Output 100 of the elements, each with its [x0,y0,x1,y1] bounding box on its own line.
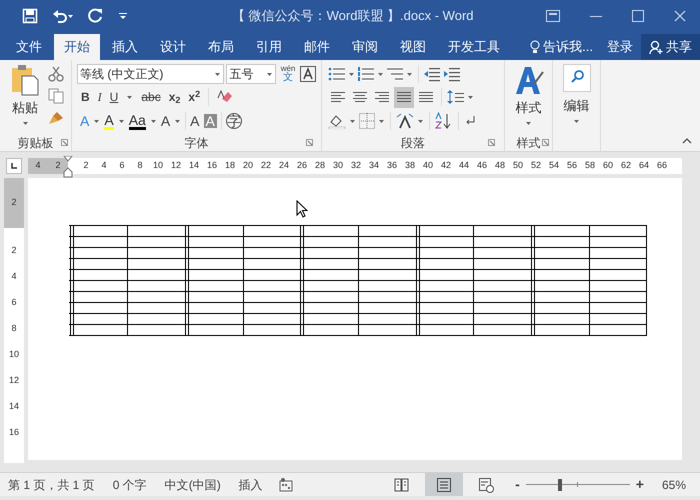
ruler-number: 4 [10,270,18,283]
ribbon-display-options-icon[interactable] [546,10,560,22]
dialog-launcher-icon[interactable] [488,139,495,146]
language-status[interactable]: 中文(中国) [164,476,221,494]
collapse-ribbon-icon[interactable] [682,137,692,145]
ruler-number: 2 [55,159,60,172]
share-button[interactable]: 共享 [641,34,700,60]
copy-icon[interactable] [48,88,64,104]
styles-icon[interactable] [514,64,544,96]
view-button[interactable] [425,473,464,496]
sort-icon[interactable] [435,112,453,130]
ribbon-tab[interactable]: 开发工具 [438,34,510,60]
align-center-icon[interactable] [353,90,367,104]
ribbon-tab[interactable]: 审阅 [342,34,388,60]
clipboard-icon[interactable] [10,64,40,96]
tell-me-button[interactable]: 告诉我... [530,37,593,57]
cut-icon[interactable] [48,66,64,82]
increase-indent-icon[interactable] [444,66,462,82]
font-name-dropdown[interactable]: 等线 (中文正文) [77,64,224,84]
ruler-number: 24 [278,159,290,172]
ruler-number: 52 [530,159,542,172]
word-count[interactable]: 0 个字 [112,476,147,494]
ribbon-tab[interactable]: 邮件 [294,34,340,60]
ruler-number: 18 [224,159,236,172]
ribbon-tab[interactable]: 视图 [390,34,436,60]
alignment-button[interactable] [394,86,414,108]
ruler-number: 64 [638,159,650,172]
paste-button[interactable]: 粘贴 [8,64,42,135]
format-painter-icon[interactable] [48,110,64,126]
dialog-launcher-icon[interactable] [61,139,68,146]
format-button[interactable]: x$^{2}$ [188,91,200,103]
multilevel-list-icon[interactable] [386,66,404,82]
font-size-dropdown[interactable]: 五号 [226,64,276,84]
align-left-icon[interactable] [331,90,345,104]
person-add-icon[interactable] [649,40,663,54]
font-effect-button[interactable]: A [160,114,170,128]
ribbon-tab[interactable]: 开始 [54,34,100,60]
format-button[interactable]: B [81,91,90,103]
ribbon-tab[interactable]: 引用 [246,34,292,60]
format-button[interactable]: x$_{2}$ [168,91,180,103]
ribbon-tab[interactable]: 设计 [150,34,196,60]
styles-button[interactable]: 样式 [514,64,544,128]
maximize-icon[interactable] [632,10,644,22]
phonetic-guide-button[interactable]: wén 文 [278,65,298,83]
tab-selector-button[interactable] [6,158,22,174]
dialog-launcher-icon[interactable] [542,139,549,146]
save-icon[interactable] [22,8,38,24]
undo-icon[interactable] [52,8,74,24]
decrease-indent-icon[interactable] [424,66,442,82]
ruler-number: 58 [584,159,596,172]
search-icon[interactable] [562,64,590,92]
indent-marker[interactable] [63,156,73,178]
customize-toolbar-icon[interactable] [118,11,128,21]
insert-mode-status[interactable]: 插入 [238,476,263,494]
line-spacing-icon[interactable] [447,89,465,105]
ruler-number: 28 [314,159,326,172]
mouse-pointer-icon[interactable] [296,200,308,218]
ruler-number: 16 [206,159,218,172]
justify-icon[interactable] [397,90,411,104]
borders-icon[interactable] [359,113,375,129]
ribbon-tab[interactable]: 插入 [102,34,148,60]
format-button[interactable]: abc [141,91,161,103]
zoom-out-button[interactable]: - [515,474,520,495]
format-button[interactable]: U [110,91,118,103]
bullets-icon[interactable] [328,66,346,82]
zoom-in-button[interactable]: + [636,474,644,495]
read-mode-icon[interactable] [394,476,410,492]
web-layout-icon[interactable] [478,476,494,492]
ruler-number: 2 [11,196,16,210]
lightbulb-icon[interactable] [530,40,540,54]
ribbon-tab[interactable]: 布局 [198,34,244,60]
align-right-icon[interactable] [375,90,389,104]
font-effect-button[interactable]: Aa [128,112,146,130]
ruler-number: 20 [242,159,254,172]
distributed-icon[interactable] [419,90,433,104]
editing-button[interactable]: 编辑 [562,64,590,126]
ruler-number: 4 [100,159,108,172]
zoom-percentage[interactable]: 65% [662,476,686,494]
dialog-launcher-icon[interactable] [306,139,313,146]
zoom-slider-thumb[interactable] [558,478,562,490]
font-effect-button[interactable]: A [104,112,114,130]
font-effect-button[interactable]: 字 [226,113,242,129]
zoom-slider[interactable] [526,478,630,492]
eraser-icon[interactable] [217,89,234,105]
format-button[interactable]: I [98,91,102,103]
page-count[interactable]: 第 1 页，共 1 页 [8,476,95,494]
ribbon-tab[interactable]: 文件 [6,34,52,60]
character-border-icon[interactable] [300,66,316,82]
left-tab-icon[interactable] [10,162,18,170]
sign-in-button[interactable]: 登录 [607,37,633,57]
ruler-number: 48 [494,159,506,172]
macro-recording-icon[interactable] [278,478,293,492]
shading-icon[interactable] [328,113,346,129]
close-icon[interactable] [674,10,686,22]
numbering-icon[interactable] [357,66,375,82]
print-layout-icon[interactable] [436,476,452,492]
ruler-number: 62 [620,159,632,172]
redo-icon[interactable] [88,8,104,24]
font-effect-button[interactable]: A [190,114,200,128]
asian-layout-icon[interactable] [396,113,414,129]
